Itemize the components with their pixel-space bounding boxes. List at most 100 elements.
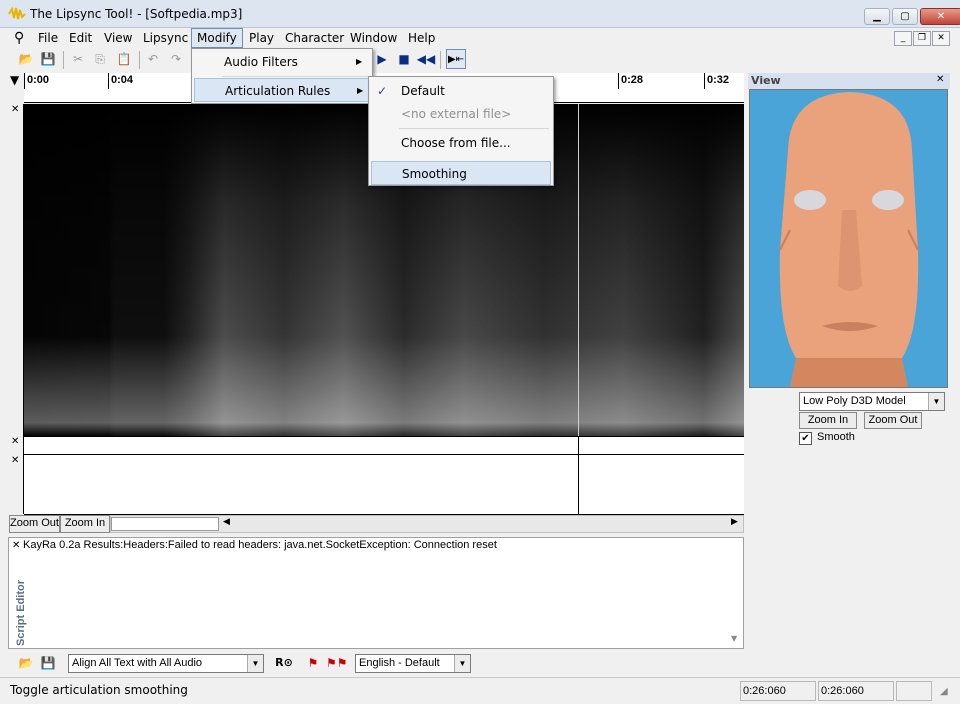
save-icon[interactable]: 💾 (38, 49, 58, 69)
scroll-left-icon[interactable]: ◀ (223, 517, 230, 527)
menu-view[interactable]: View (99, 28, 137, 48)
chevron-down-icon[interactable]: ▼ (928, 393, 944, 410)
follow-playback-icon[interactable]: ▶⇤ (446, 49, 466, 69)
view-panel-header: View ✕ (748, 73, 950, 89)
undo-icon[interactable]: ↶ (143, 49, 163, 69)
ruler-label: 0:00 (27, 74, 50, 86)
playhead-line (578, 104, 579, 436)
menu-separator (399, 128, 549, 129)
close-track-icon[interactable]: ✕ (11, 104, 19, 115)
menu-file[interactable]: File (33, 28, 63, 48)
view-panel: View ✕ Low Poly D3D Model ▼ Zoom In Zoom… (748, 73, 950, 453)
ruler-label: 0:32 (707, 74, 730, 86)
word-track[interactable] (24, 455, 744, 515)
ruler-tick (704, 73, 705, 89)
articulation-rules-submenu: ✓ Default <no external file> Choose from… (368, 76, 554, 186)
menu-item-default[interactable]: ✓ Default (371, 79, 551, 103)
mdi-minimize-button[interactable]: _ (894, 31, 912, 46)
flag-range-icon[interactable]: ⚑⚑ (326, 653, 348, 673)
status-empty-field (896, 681, 932, 701)
menu-item-audio-filters[interactable]: Audio Filters ▶ (194, 50, 370, 74)
phoneme-track[interactable] (24, 436, 744, 455)
open-icon[interactable]: 📂 (16, 49, 36, 69)
rewind-icon[interactable]: ◀◀ (416, 49, 436, 69)
copy-icon[interactable]: ⎘ (90, 49, 110, 69)
play-icon[interactable]: ▶ (372, 49, 392, 69)
wave-zoom-out-button[interactable]: Zoom Out (9, 515, 60, 533)
playhead-line (578, 436, 579, 515)
maximize-button[interactable]: ▢ (892, 8, 918, 25)
menu-item-label: Choose from file... (401, 136, 511, 150)
align-select[interactable]: Align All Text with All Audio ▼ (68, 654, 264, 673)
menu-bar: ⚲ File Edit View Lipsync Modify Play Cha… (0, 28, 960, 48)
search-icon[interactable]: ⚲ (14, 30, 24, 46)
close-track-icon[interactable]: ✕ (11, 436, 19, 447)
language-select[interactable]: English - Default ▼ (355, 654, 471, 673)
language-select-value: English - Default (359, 657, 440, 669)
checkmark-icon: ✓ (377, 84, 388, 98)
close-script-editor-icon[interactable]: ✕ (12, 540, 20, 551)
redo-icon[interactable]: ↷ (166, 49, 186, 69)
menu-lipsync[interactable]: Lipsync (138, 28, 193, 48)
menu-modify[interactable]: Modify (191, 28, 243, 48)
view-zoom-out-button[interactable]: Zoom Out (864, 412, 922, 429)
ruler-label: 0:04 (111, 74, 134, 86)
cut-icon[interactable]: ✂ (68, 49, 88, 69)
modify-menu: Audio Filters ▶ Articulation Rules ▶ (191, 48, 373, 104)
menu-item-label: Default (401, 84, 445, 98)
chevron-down-icon[interactable]: ▼ (247, 655, 263, 672)
ruler-tick (24, 73, 25, 89)
paste-icon[interactable]: 📋 (114, 49, 134, 69)
menu-item-label: Smoothing (402, 167, 467, 181)
close-view-icon[interactable]: ✕ (936, 74, 944, 85)
menu-item-articulation-rules[interactable]: Articulation Rules ▶ (194, 78, 370, 102)
menu-character[interactable]: Character (280, 28, 349, 48)
script-editor-panel: ✕ Script Editor KayRa 0.2a Results:Heade… (8, 537, 744, 649)
toolbar-separator (63, 51, 64, 69)
scrollbar-thumb[interactable] (111, 517, 219, 531)
status-message: Toggle articulation smoothing (10, 683, 188, 697)
title-bar: The Lipsync Tool! - [Softpedia.mp3] ▁ ▢ … (0, 0, 960, 28)
script-text[interactable]: KayRa 0.2a Results:Headers:Failed to rea… (23, 539, 723, 551)
wave-zoom-in-button[interactable]: Zoom In (60, 515, 110, 533)
timeline-marker-icon[interactable]: ▼ (10, 73, 19, 87)
chevron-down-icon[interactable]: ▼ (454, 655, 470, 672)
menu-item-label: Audio Filters (224, 55, 298, 69)
menu-help[interactable]: Help (403, 28, 440, 48)
mdi-restore-button[interactable]: ❐ (913, 31, 931, 46)
script-scroll-down-icon[interactable]: ▼ (731, 634, 737, 643)
minimize-button[interactable]: ▁ (864, 8, 890, 25)
stop-icon[interactable]: ■ (394, 49, 414, 69)
close-track-icon[interactable]: ✕ (11, 455, 19, 466)
horizontal-scrollbar[interactable]: ◀ ▶ (110, 515, 744, 533)
ruler-tick (618, 73, 619, 89)
track-gutter (8, 104, 24, 514)
script-editor-title: Script Editor (15, 579, 27, 646)
toolbar-separator (440, 51, 441, 69)
submenu-arrow-icon: ▶ (357, 86, 364, 95)
face-viewport[interactable] (749, 89, 948, 388)
menu-edit[interactable]: Edit (64, 28, 97, 48)
menu-item-choose-from-file[interactable]: Choose from file... (371, 131, 551, 155)
submenu-arrow-icon: ▶ (356, 57, 363, 66)
resize-grip-icon[interactable]: ◢ (940, 686, 948, 697)
toolbar-separator (139, 51, 140, 69)
model-select[interactable]: Low Poly D3D Model ▼ (799, 392, 945, 411)
menu-play[interactable]: Play (244, 28, 279, 48)
run-icon[interactable]: R⊙ (274, 653, 294, 673)
open-script-icon[interactable]: 📂 (16, 653, 36, 673)
save-script-icon[interactable]: 💾 (38, 653, 58, 673)
ruler-label: 0:28 (621, 74, 644, 86)
status-time-2: 0:26:060 (818, 681, 894, 701)
view-zoom-in-button[interactable]: Zoom In (799, 412, 857, 429)
smooth-checkbox[interactable]: ✔ (799, 432, 812, 445)
flag-icon[interactable]: ⚑ (303, 653, 323, 673)
menu-item-smoothing[interactable]: Smoothing (371, 161, 551, 185)
view-panel-title: View (751, 74, 781, 87)
scroll-right-icon[interactable]: ▶ (731, 517, 738, 527)
menu-window[interactable]: Window (345, 28, 402, 48)
status-bar: Toggle articulation smoothing 0:26:060 0… (0, 677, 960, 704)
close-button[interactable]: ✕ (920, 8, 960, 25)
mdi-close-button[interactable]: ✕ (932, 31, 950, 46)
ruler-tick (108, 73, 109, 89)
